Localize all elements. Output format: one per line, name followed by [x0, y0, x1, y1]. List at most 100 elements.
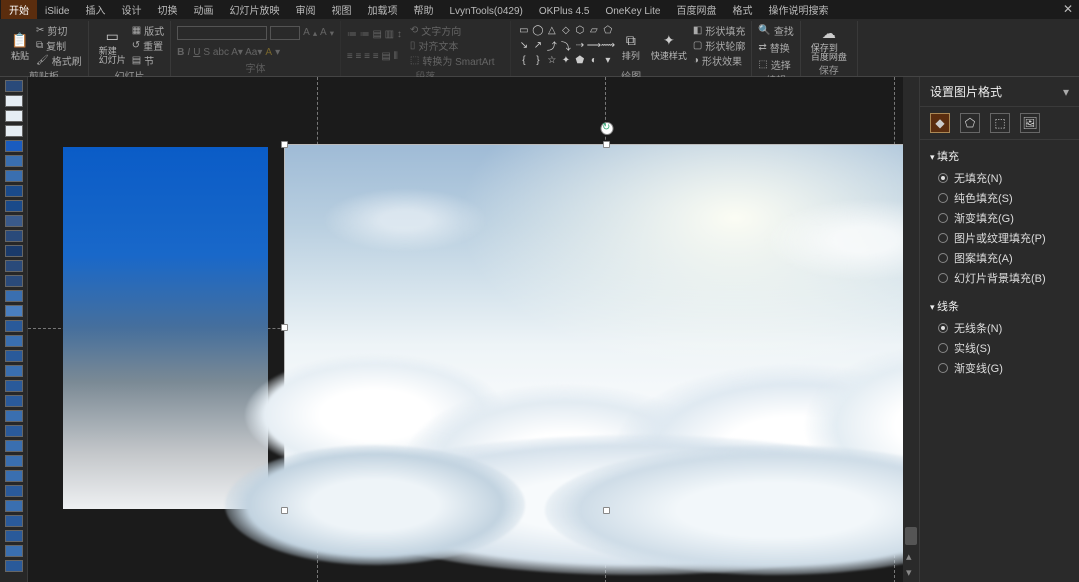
- thumb[interactable]: [5, 95, 23, 107]
- tab-4[interactable]: 切换: [149, 0, 185, 19]
- vertical-scrollbar[interactable]: ▴ ▾: [903, 77, 919, 582]
- tab-13[interactable]: OneKey Lite: [597, 4, 668, 19]
- replace-button[interactable]: ⇄ 替换: [758, 40, 793, 55]
- option[interactable]: 图案填充(A): [930, 248, 1069, 268]
- thumb[interactable]: [5, 380, 23, 392]
- thumb[interactable]: [5, 395, 23, 407]
- copy-button[interactable]: ⧉ 复制: [36, 38, 82, 53]
- thumb[interactable]: [5, 110, 23, 122]
- thumb[interactable]: [5, 185, 23, 197]
- thumb[interactable]: [5, 335, 23, 347]
- option[interactable]: 无填充(N): [930, 168, 1069, 188]
- thumb[interactable]: [5, 440, 23, 452]
- tab-7[interactable]: 审阅: [287, 0, 323, 19]
- thumb[interactable]: [5, 245, 23, 257]
- thumb[interactable]: [5, 290, 23, 302]
- thumb[interactable]: [5, 155, 23, 167]
- find-button[interactable]: 🔍 查找: [758, 23, 793, 38]
- tab-effects[interactable]: ⬠: [960, 113, 980, 133]
- thumb[interactable]: [5, 500, 23, 512]
- group-editing: 🔍 查找 ⇄ 替换 ⬚ 选择 编辑: [752, 21, 800, 76]
- thumb[interactable]: [5, 560, 23, 572]
- tab-6[interactable]: 幻灯片放映: [221, 0, 287, 19]
- resize-handle[interactable]: [281, 141, 288, 148]
- thumb[interactable]: [5, 125, 23, 137]
- thumb[interactable]: [5, 200, 23, 212]
- slide-thumbnails[interactable]: [0, 77, 28, 582]
- new-slide-button[interactable]: ▭新建 幻灯片: [95, 23, 130, 68]
- tab-15[interactable]: 格式: [724, 0, 760, 19]
- tab-10[interactable]: 帮助: [405, 0, 441, 19]
- section-header[interactable]: 线条: [930, 294, 1069, 318]
- section-button[interactable]: ▤ 节: [132, 53, 164, 68]
- thumb[interactable]: [5, 470, 23, 482]
- option[interactable]: 渐变填充(G): [930, 208, 1069, 228]
- tab-size[interactable]: ⬚: [990, 113, 1010, 133]
- save-to-cloud-button[interactable]: ☁保存到 百度网盘: [807, 23, 851, 62]
- shape-effects-button[interactable]: ◑ 形状效果: [693, 53, 745, 68]
- option[interactable]: 无线条(N): [930, 318, 1069, 338]
- arrange-button[interactable]: ⧉排列: [617, 23, 645, 68]
- thumb[interactable]: [5, 260, 23, 272]
- shape-outline-button[interactable]: ▢ 形状轮廓: [693, 38, 745, 53]
- rotate-handle[interactable]: [600, 122, 613, 135]
- thumb[interactable]: [5, 170, 23, 182]
- tab-14[interactable]: 百度网盘: [668, 0, 724, 19]
- thumb[interactable]: [5, 275, 23, 287]
- section-header[interactable]: 填充: [930, 144, 1069, 168]
- resize-handle[interactable]: [603, 507, 610, 514]
- thumb[interactable]: [5, 320, 23, 332]
- option[interactable]: 纯色填充(S): [930, 188, 1069, 208]
- cut-button[interactable]: ✂ 剪切: [36, 23, 82, 38]
- group-drawing: ▭◯△◇⬡▱⬠ ↘↗⤴⤵⇢⟶⟿ {}☆✦⬟◐▾ ⧉排列 ✦快速样式 ◧ 形状填充…: [511, 21, 752, 76]
- tab-0[interactable]: 开始: [1, 0, 37, 19]
- thumb[interactable]: [5, 455, 23, 467]
- thumb[interactable]: [5, 215, 23, 227]
- paste-button[interactable]: 📋粘贴: [6, 23, 34, 68]
- pane-menu-icon[interactable]: ▾: [1063, 85, 1069, 99]
- layout-button[interactable]: ▦ 版式: [132, 23, 164, 38]
- shape-fill-button[interactable]: ◧ 形状填充: [693, 23, 745, 38]
- quick-styles-button[interactable]: ✦快速样式: [647, 23, 691, 68]
- tab-1[interactable]: iSlide: [37, 4, 77, 19]
- thumb[interactable]: [5, 140, 23, 152]
- tab-8[interactable]: 视图: [323, 0, 359, 19]
- resize-handle[interactable]: [603, 141, 610, 148]
- thumb[interactable]: [5, 485, 23, 497]
- thumb[interactable]: [5, 545, 23, 557]
- thumb[interactable]: [5, 410, 23, 422]
- slide-canvas[interactable]: ▴ ▾: [28, 77, 919, 582]
- option-label: 无线条(N): [954, 320, 1002, 336]
- thumb[interactable]: [5, 365, 23, 377]
- option[interactable]: 实线(S): [930, 338, 1069, 358]
- select-button[interactable]: ⬚ 选择: [758, 57, 793, 72]
- tab-2[interactable]: 插入: [77, 0, 113, 19]
- shapes-gallery[interactable]: ▭◯△◇⬡▱⬠ ↘↗⤴⤵⇢⟶⟿ {}☆✦⬟◐▾: [517, 23, 615, 68]
- thumb[interactable]: [5, 350, 23, 362]
- tab-3[interactable]: 设计: [113, 0, 149, 19]
- option-label: 无填充(N): [954, 170, 1002, 186]
- option[interactable]: 渐变线(G): [930, 358, 1069, 378]
- thumb[interactable]: [5, 425, 23, 437]
- tab-16[interactable]: 操作说明搜索: [760, 0, 836, 19]
- thumb[interactable]: [5, 230, 23, 242]
- tab-picture[interactable]: 🖼: [1020, 113, 1040, 133]
- tab-9[interactable]: 加载项: [359, 0, 405, 19]
- thumb[interactable]: [5, 530, 23, 542]
- resize-handle[interactable]: [281, 324, 288, 331]
- gradient-shape[interactable]: [63, 147, 268, 509]
- tab-11[interactable]: LvynTools(0429): [441, 4, 530, 19]
- option[interactable]: 幻灯片背景填充(B): [930, 268, 1069, 288]
- thumb[interactable]: [5, 515, 23, 527]
- thumb[interactable]: [5, 80, 23, 92]
- option[interactable]: 图片或纹理填充(P): [930, 228, 1069, 248]
- format-painter-button[interactable]: 🖌 格式刷: [36, 53, 82, 68]
- close-icon[interactable]: ✕: [1063, 2, 1073, 16]
- thumb[interactable]: [5, 305, 23, 317]
- resize-handle[interactable]: [281, 507, 288, 514]
- tab-5[interactable]: 动画: [185, 0, 221, 19]
- reset-button[interactable]: ↺ 重置: [132, 38, 164, 53]
- tab-12[interactable]: OKPlus 4.5: [531, 4, 598, 19]
- tab-fill-line[interactable]: ◆: [930, 113, 950, 133]
- selected-picture[interactable]: [284, 144, 919, 511]
